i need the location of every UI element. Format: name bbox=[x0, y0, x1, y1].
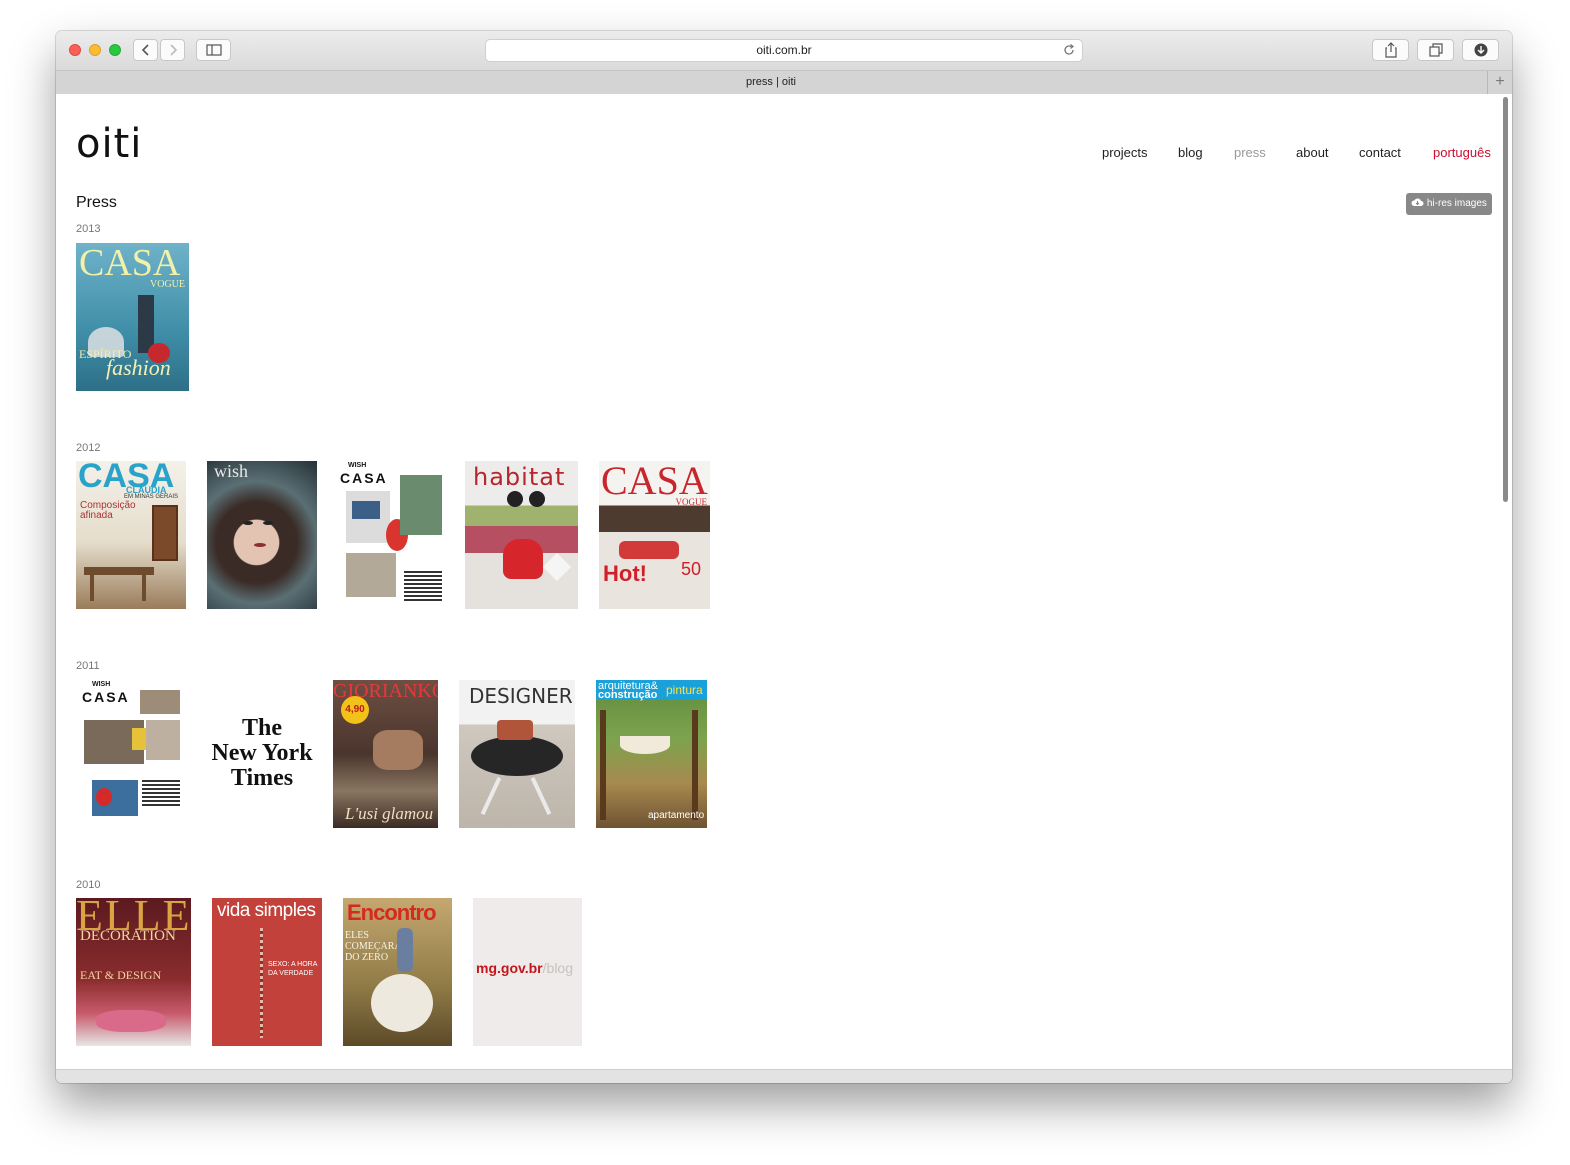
share-button[interactable] bbox=[1372, 39, 1409, 61]
back-button[interactable] bbox=[133, 39, 158, 61]
cover-habitat-2012[interactable]: habitat bbox=[465, 461, 578, 609]
year-heading-2011: 2011 bbox=[76, 660, 100, 672]
minimize-window-button[interactable] bbox=[89, 44, 101, 56]
year-heading-2010: 2010 bbox=[76, 879, 101, 891]
reload-icon[interactable] bbox=[1062, 43, 1076, 57]
cover-arquitetura-construcao-2011[interactable]: arquitetura& construção pintura apartame… bbox=[596, 680, 707, 828]
download-icon bbox=[1474, 43, 1487, 57]
hires-images-label: hi-res images bbox=[1426, 198, 1487, 209]
active-tab-title[interactable]: press | oiti bbox=[56, 71, 1486, 94]
downloads-button[interactable] bbox=[1462, 39, 1499, 61]
browser-window: oiti.com.br press | oiti + oiti projects… bbox=[56, 31, 1512, 1083]
tab-bar: press | oiti + bbox=[56, 71, 1512, 95]
nav-press[interactable]: press bbox=[1234, 145, 1266, 160]
cover-mg-gov-br-blog-2010[interactable]: mg.gov.br/blog bbox=[473, 898, 582, 1046]
hires-images-button[interactable]: hi-res images bbox=[1406, 193, 1492, 215]
sidebar-icon bbox=[205, 44, 222, 56]
cover-wish-casa-2011[interactable]: WISH CASA bbox=[76, 680, 186, 828]
forward-button[interactable] bbox=[160, 39, 185, 61]
share-icon bbox=[1384, 42, 1397, 58]
cover-wish-2012[interactable]: wish bbox=[207, 461, 317, 609]
zoom-window-button[interactable] bbox=[109, 44, 121, 56]
cover-wish-casa-2012[interactable]: WISH CASA bbox=[338, 461, 445, 609]
page-title: Press bbox=[76, 194, 117, 211]
site-logo[interactable]: oiti bbox=[76, 121, 142, 167]
sidebar-toggle-button[interactable] bbox=[196, 39, 231, 61]
year-heading-2013: 2013 bbox=[76, 223, 101, 235]
year-heading-2012: 2012 bbox=[76, 442, 101, 454]
browser-bottom-bar bbox=[56, 1069, 1512, 1083]
cover-encontro-2010[interactable]: Encontro ELES COMEÇARAM DO ZERO bbox=[343, 898, 452, 1046]
cover-casa-vogue-2012[interactable]: CASA VOGUE Hot! 50 bbox=[599, 461, 710, 609]
cloud-download-icon bbox=[1411, 198, 1424, 206]
cover-new-york-times-2011[interactable]: The New York Times bbox=[207, 680, 317, 828]
address-bar[interactable]: oiti.com.br bbox=[485, 39, 1083, 62]
browser-toolbar: oiti.com.br bbox=[56, 31, 1512, 71]
nav-projects[interactable]: projects bbox=[1102, 145, 1148, 160]
cover-vida-simples-2010[interactable]: vida simples SEXO: A HORA DA VERDADE bbox=[212, 898, 322, 1046]
url-text: oiti.com.br bbox=[756, 43, 812, 57]
close-window-button[interactable] bbox=[69, 44, 81, 56]
nav-contact[interactable]: contact bbox=[1359, 145, 1401, 160]
cover-gioriankol-2011[interactable]: GIORIANKOL 4,90 L'usi glamou bbox=[333, 680, 438, 828]
chevron-left-icon bbox=[141, 44, 149, 56]
tabs-overview-button[interactable] bbox=[1417, 39, 1454, 61]
new-tab-button[interactable]: + bbox=[1487, 71, 1512, 94]
cover-designer-2011[interactable]: DESIGNER bbox=[459, 680, 575, 828]
cover-casa-claudia-2012[interactable]: CASA CLAUDIA EM MINAS GERAIS Composição … bbox=[76, 461, 186, 609]
tabs-icon bbox=[1428, 43, 1443, 57]
page-scrollbar[interactable] bbox=[1503, 97, 1508, 502]
cover-elle-decoration-2010[interactable]: ELLE DECORATION EAT & DESIGN bbox=[76, 898, 191, 1046]
page-content: oiti projects blog press about contact p… bbox=[56, 94, 1512, 1069]
cover-casa-vogue-2013[interactable]: CASA VOGUE ESPÍRITO fashion bbox=[76, 243, 189, 391]
chevron-right-icon bbox=[169, 44, 177, 56]
nav-about[interactable]: about bbox=[1296, 145, 1329, 160]
nav-language-portugues[interactable]: português bbox=[1433, 145, 1491, 160]
nav-blog[interactable]: blog bbox=[1178, 145, 1203, 160]
